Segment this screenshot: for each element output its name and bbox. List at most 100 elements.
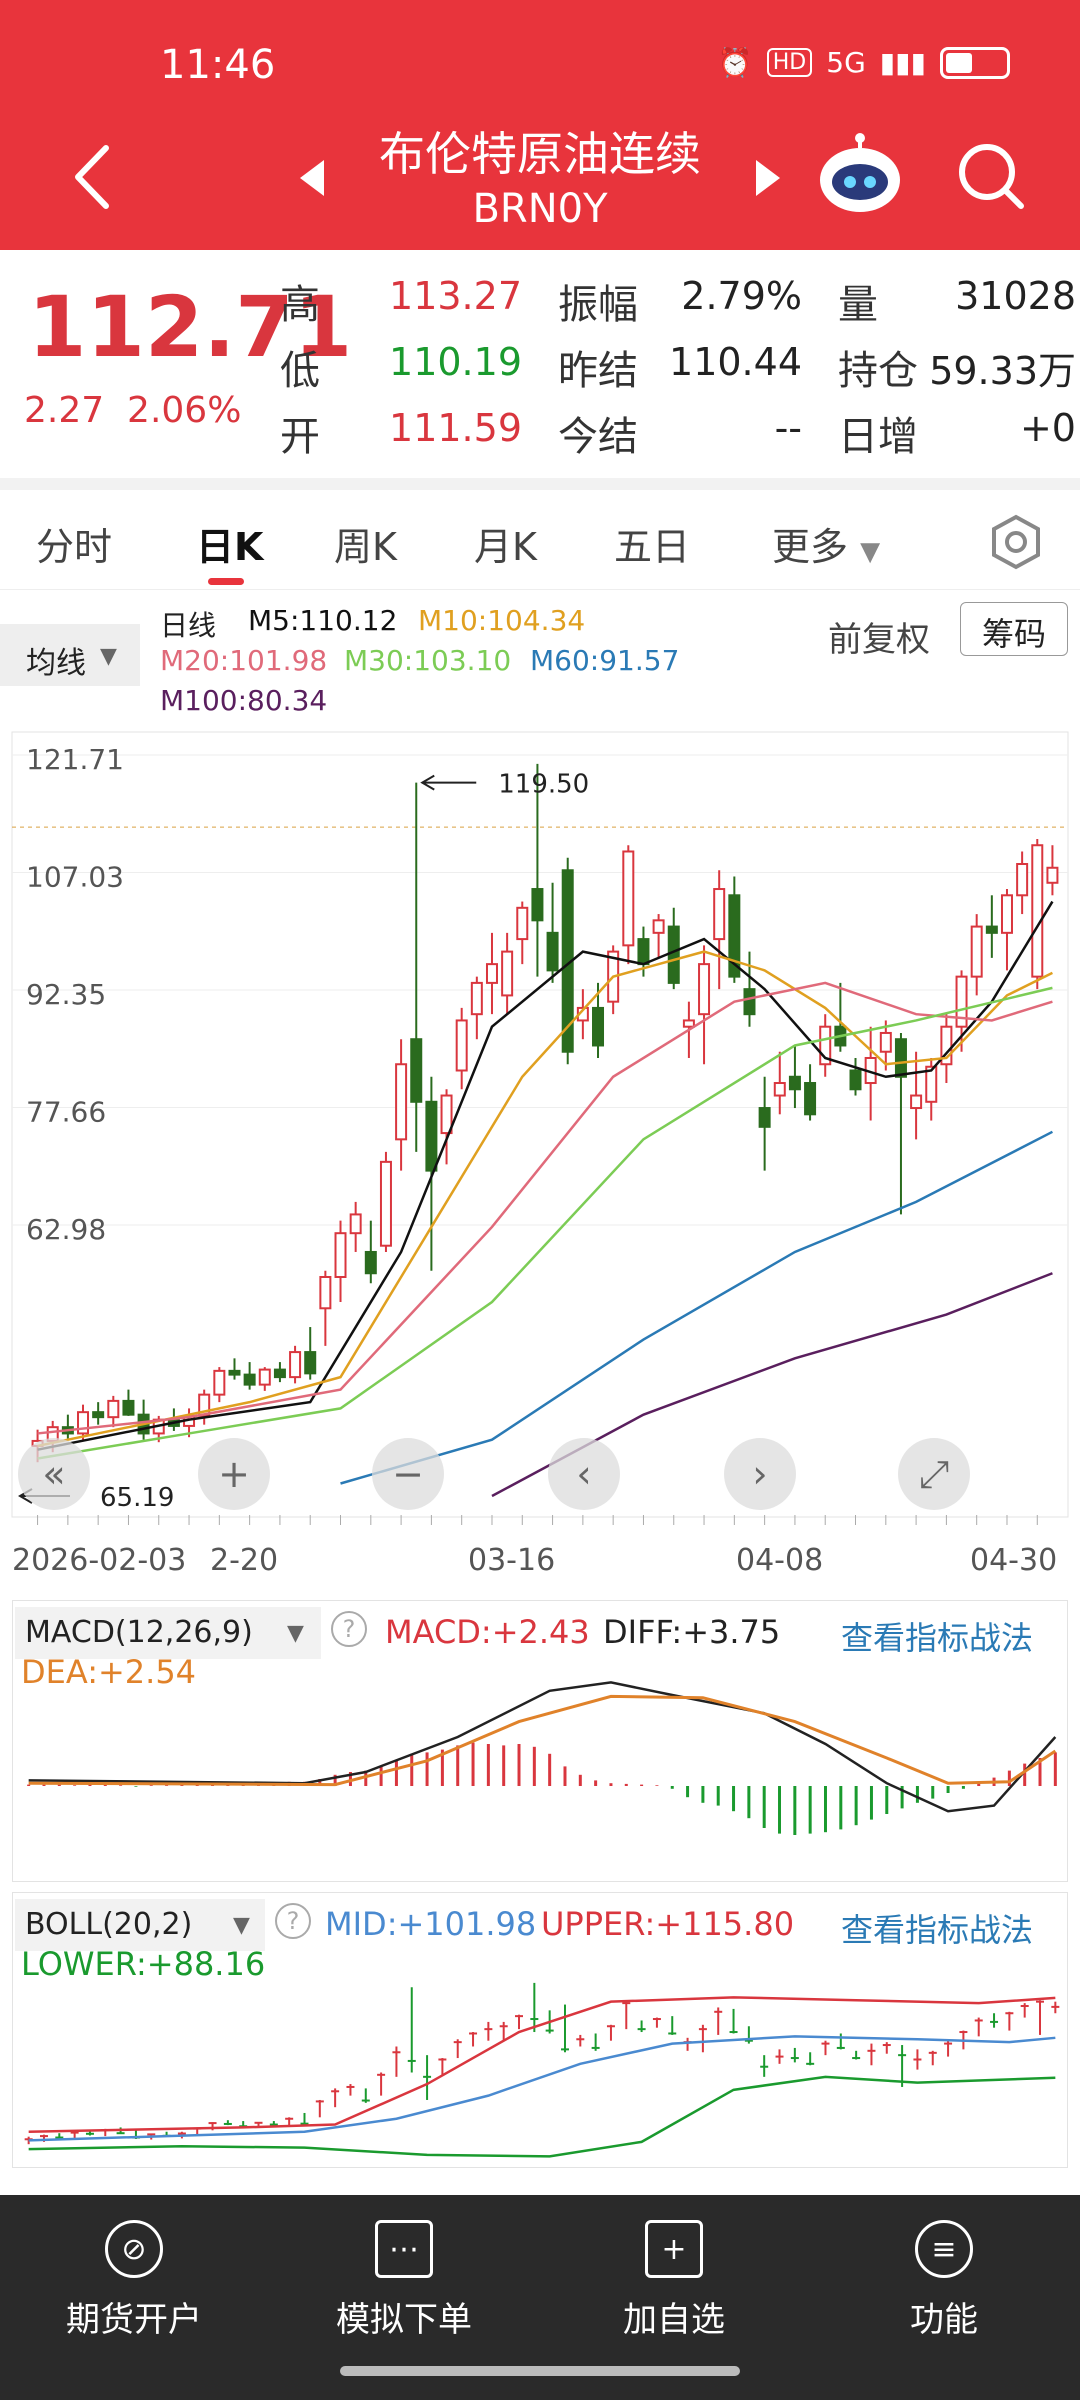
candle-body: [773, 1082, 786, 1097]
candle-body: [849, 1069, 862, 1091]
candle-body: [319, 1275, 332, 1310]
chevron-down-icon: ▼: [100, 644, 117, 669]
settings-hexagon-icon[interactable]: [988, 514, 1044, 570]
y-tick-label: 92.35: [26, 978, 106, 1011]
ma100-value: M100:80.34: [160, 684, 328, 717]
open-interest-label: 持仓: [838, 348, 918, 394]
price-change: 2.27 2.06%: [24, 390, 242, 431]
signal-icon: ▮▮▮: [879, 46, 926, 79]
candle-body: [1046, 866, 1059, 884]
candle-body: [804, 1082, 817, 1116]
open-interest-value: 59.33万: [929, 349, 1076, 393]
volume-value: 31028: [955, 274, 1076, 318]
candle-body: [516, 906, 529, 941]
daily-increase-value: +0: [1019, 406, 1076, 450]
candle-body: [788, 1075, 801, 1091]
candle-body: [682, 1019, 695, 1028]
next-contract-arrow-icon[interactable]: [756, 160, 780, 196]
ma60-value: M60:91.57: [530, 644, 680, 677]
zoom-in-icon[interactable]: +: [198, 1438, 270, 1510]
candle-body: [258, 1368, 271, 1386]
tab-monthly-k[interactable]: 月K: [474, 516, 537, 571]
nav-futures-account[interactable]: ⊘ 期货开户: [34, 2220, 234, 2341]
boll-lower-line: [28, 2075, 1056, 2158]
x-tick-label: 03-16: [468, 1543, 555, 1578]
chart-frame: [11, 731, 1069, 1518]
tab-five-day[interactable]: 五日: [614, 516, 690, 571]
home-indicator[interactable]: [340, 2366, 740, 2376]
chips-button[interactable]: 筹码: [960, 602, 1068, 656]
candle-body: [334, 1232, 347, 1278]
candle-body: [77, 1411, 90, 1435]
macd-panel: MACD(12,26,9) ▼ ? MACD:+2.43 DIFF:+3.75 …: [12, 1600, 1068, 1882]
ma5-value: M5:110.12: [248, 604, 398, 637]
ma30-value: M30:103.10: [344, 644, 512, 677]
x-tick-label: 2026-02-03: [12, 1543, 186, 1578]
zoom-out-icon[interactable]: −: [372, 1438, 444, 1510]
fullscreen-icon[interactable]: ⤢: [898, 1438, 970, 1510]
candle-body: [531, 888, 544, 922]
candle-body: [273, 1368, 286, 1379]
next-icon[interactable]: ›: [724, 1438, 796, 1510]
candle-body: [879, 1031, 892, 1053]
candle-body: [122, 1399, 135, 1416]
candle-body: [637, 938, 650, 966]
candle-body: [698, 963, 711, 1016]
candle-body: [470, 981, 483, 1016]
alarm-icon: ⏰: [717, 46, 753, 79]
candle-body: [652, 919, 665, 934]
ma10-value: M10:104.34: [418, 604, 586, 637]
candle-body: [1031, 844, 1044, 978]
menu-icon: ≡: [915, 2220, 973, 2278]
candle-body: [758, 1107, 771, 1128]
prev-settle-value: 110.44: [669, 340, 802, 384]
settle-value: --: [774, 406, 802, 450]
active-tab-indicator: [208, 578, 244, 585]
adjust-mode[interactable]: 前复权: [828, 612, 930, 661]
candle-body: [364, 1250, 377, 1275]
candle-body: [213, 1369, 226, 1396]
tab-more[interactable]: 更多 ▼: [772, 516, 880, 571]
amplitude-value: 2.79%: [681, 274, 802, 318]
candle-body: [985, 925, 998, 934]
candle-body: [910, 1094, 923, 1110]
candle-body: [349, 1213, 362, 1235]
settle-label: 今结: [558, 414, 638, 460]
tab-weekly-k[interactable]: 周K: [334, 516, 397, 571]
nav-simulated-order[interactable]: ⋯ 模拟下单: [304, 2220, 504, 2341]
battery-icon: [940, 46, 1010, 79]
tab-intraday[interactable]: 分时: [36, 516, 112, 571]
candle-body: [228, 1369, 241, 1376]
dea-line: [28, 1694, 1057, 1787]
candle-body: [1016, 863, 1029, 897]
candle-body: [743, 988, 756, 1016]
y-tick-label: 107.03: [26, 861, 124, 894]
candle-body: [501, 950, 514, 997]
status-time: 11:46: [160, 42, 276, 88]
candle-body: [1000, 894, 1013, 934]
scroll-left-icon[interactable]: «: [18, 1438, 90, 1510]
macd-chart: [27, 1681, 1057, 1835]
status-icons: ⏰ HD 5G ▮▮▮: [718, 46, 1010, 79]
quote-panel: 112.71 2.27 2.06% 高 低 开 113.27 110.19 11…: [0, 250, 1080, 480]
candle-body: [107, 1399, 120, 1419]
amplitude-label: 振幅: [558, 282, 638, 328]
tab-daily-k[interactable]: 日K: [196, 516, 263, 571]
candle-body: [455, 1019, 468, 1072]
nav-functions[interactable]: ≡ 功能: [844, 2220, 1044, 2341]
candle-body: [410, 1038, 423, 1103]
ma-selector[interactable]: 均线 ▼: [0, 624, 140, 686]
prev-icon[interactable]: ‹: [548, 1438, 620, 1510]
x-tick-label: 2-20: [210, 1543, 278, 1578]
m60-line: [340, 1130, 1053, 1485]
search-icon[interactable]: [955, 140, 1027, 212]
document-icon: ⋯: [375, 2220, 433, 2278]
candle-body: [379, 1160, 392, 1247]
open-label: 开: [280, 414, 320, 460]
hd-icon: HD: [766, 48, 813, 77]
ma20-value: M20:101.98: [160, 644, 328, 677]
robot-assistant-icon[interactable]: [815, 132, 905, 216]
nav-add-watchlist[interactable]: + 加自选: [574, 2220, 774, 2341]
boll-chart: [24, 1982, 1060, 2158]
candle-body: [92, 1411, 105, 1419]
